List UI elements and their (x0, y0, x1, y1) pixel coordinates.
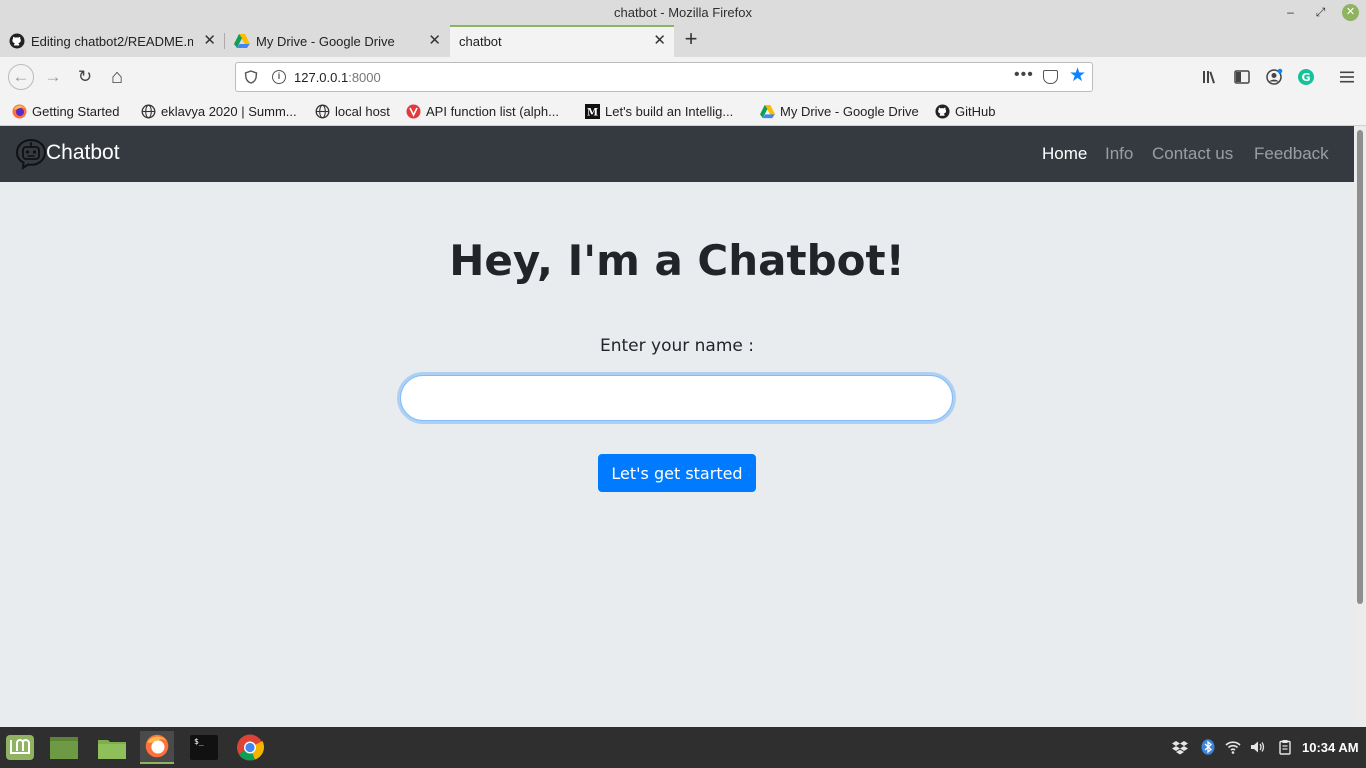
tab-label: chatbot (459, 34, 502, 49)
nav-link-contact-us[interactable]: Contact us (1152, 144, 1233, 164)
page-actions-icon[interactable]: ••• (1014, 66, 1034, 84)
show-desktop-icon[interactable] (47, 731, 81, 764)
github-icon (9, 33, 25, 49)
terminal-icon[interactable]: $_ (187, 731, 221, 764)
taskbar-clock[interactable]: 10:34 AM (1302, 740, 1359, 755)
page-viewport: Chatbot Home Info Contact us Feedback He… (0, 126, 1354, 727)
bookmark-label: Getting Started (32, 104, 120, 119)
scrollbar-thumb[interactable] (1357, 130, 1363, 604)
browser-toolbar: ← → ↻ ⌂ i 127.0.0.1:8000 ••• ★ G (0, 57, 1366, 97)
tab-strip: Editing chatbot2/README.md ✕ My Drive - … (0, 25, 1366, 57)
tab-chatbot[interactable]: chatbot ✕ (450, 25, 674, 57)
nav-link-info[interactable]: Info (1105, 144, 1133, 164)
bookmarks-toolbar: Getting Started eklavya 2020 | Summ... l… (0, 97, 1366, 126)
account-icon[interactable] (1265, 68, 1283, 86)
bookmark-label: My Drive - Google Drive (780, 104, 919, 119)
google-drive-icon (760, 104, 775, 119)
tab-editing-readme[interactable]: Editing chatbot2/README.md ✕ (0, 25, 224, 57)
close-window-button[interactable]: ✕ (1342, 4, 1359, 21)
firefox-icon (12, 104, 27, 119)
svg-text:M: M (587, 108, 598, 119)
close-tab-icon[interactable]: ✕ (203, 32, 216, 49)
maximize-button[interactable]: ⤢ (1312, 4, 1329, 21)
site-info-icon[interactable]: i (272, 70, 286, 84)
google-drive-icon (234, 34, 250, 48)
github-icon (935, 104, 950, 119)
chatbot-logo-icon[interactable] (15, 138, 47, 170)
volume-icon[interactable] (1250, 739, 1266, 755)
dropbox-icon[interactable] (1172, 739, 1188, 755)
clipboard-icon[interactable] (1277, 739, 1293, 755)
sidebar-icon[interactable] (1233, 68, 1251, 86)
bookmark-label: Let's build an Intellig... (605, 104, 734, 119)
url-text[interactable]: 127.0.0.1:8000 (294, 70, 381, 85)
nav-link-home[interactable]: Home (1042, 144, 1087, 164)
globe-icon (141, 104, 156, 119)
home-button[interactable]: ⌂ (106, 66, 128, 88)
name-field-label: Enter your name : (599, 336, 754, 356)
new-tab-button[interactable]: + (680, 28, 702, 52)
page-title: Hey, I'm a Chatbot! (449, 236, 905, 285)
close-tab-icon[interactable]: ✕ (653, 32, 666, 49)
name-input[interactable] (400, 375, 953, 421)
close-tab-icon[interactable]: ✕ (428, 32, 441, 49)
grammarly-icon[interactable]: G (1297, 68, 1315, 86)
svg-text:G: G (1301, 71, 1310, 84)
forward-button[interactable]: → (42, 66, 64, 88)
tab-label: Editing chatbot2/README.md (31, 34, 193, 49)
reload-button[interactable]: ↻ (74, 66, 96, 88)
hamburger-menu-icon[interactable] (1338, 68, 1356, 86)
bookmark-label: GitHub (955, 104, 996, 119)
chrome-icon[interactable] (233, 731, 267, 764)
firefox-icon[interactable] (140, 731, 174, 764)
tab-google-drive[interactable]: My Drive - Google Drive ✕ (225, 25, 449, 57)
taskbar: $_ 10:34 AM (0, 727, 1366, 768)
wifi-icon[interactable] (1225, 739, 1241, 755)
bookmark-label: API function list (alph... (426, 104, 559, 119)
brand-name[interactable]: Chatbot (46, 141, 120, 165)
globe-icon (315, 104, 330, 119)
bookmark-star-icon[interactable]: ★ (1069, 66, 1086, 86)
pocket-icon[interactable] (1043, 70, 1058, 84)
get-started-button[interactable]: Let's get started (598, 454, 756, 492)
mint-menu-icon[interactable] (3, 731, 37, 764)
url-host: 127.0.0.1 (294, 70, 349, 85)
url-bar[interactable]: i 127.0.0.1:8000 ••• ★ (235, 62, 1093, 92)
site-navbar: Chatbot Home Info Contact us Feedback (0, 126, 1354, 182)
window-titlebar: chatbot - Mozilla Firefox – ⤢ ✕ (0, 0, 1366, 25)
bookmark-label: local host (335, 104, 390, 119)
tracking-protection-icon[interactable] (244, 70, 258, 84)
window-title: chatbot - Mozilla Firefox (614, 5, 752, 20)
url-port: :8000 (348, 70, 381, 85)
back-button[interactable]: ← (8, 64, 34, 90)
files-icon[interactable] (95, 731, 129, 764)
bluetooth-icon[interactable] (1200, 739, 1216, 755)
tab-label: My Drive - Google Drive (256, 34, 395, 49)
medium-icon: M (585, 104, 600, 119)
bookmark-label: eklavya 2020 | Summ... (161, 104, 297, 119)
svg-text:$_: $_ (194, 737, 204, 746)
alphavantage-icon (406, 104, 421, 119)
library-icon[interactable] (1201, 68, 1219, 86)
nav-link-feedback[interactable]: Feedback (1254, 144, 1329, 164)
minimize-button[interactable]: – (1282, 4, 1299, 21)
